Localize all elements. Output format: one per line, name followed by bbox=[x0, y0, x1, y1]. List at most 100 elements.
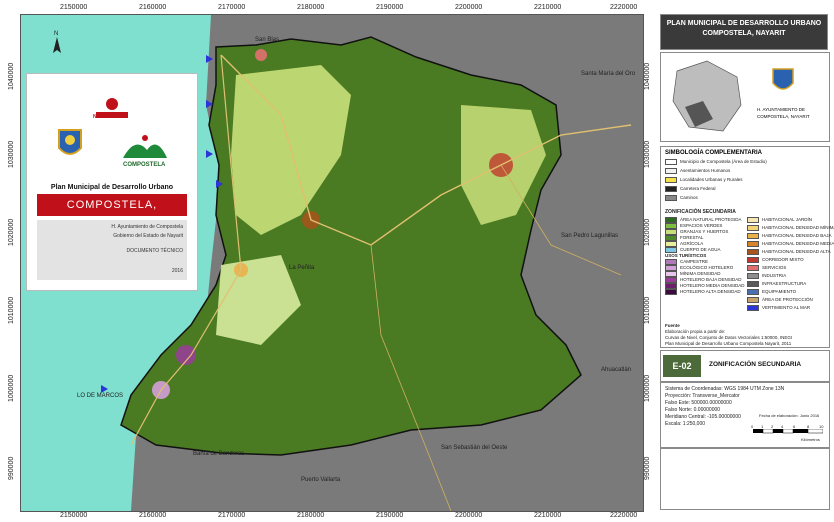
place-bahia: Bahía de Banderas bbox=[193, 451, 245, 457]
locator-map bbox=[672, 60, 742, 132]
legend-label: ESPACIOS VERDES bbox=[680, 223, 723, 229]
legend-complementary-item: Asentamientos Humanos bbox=[665, 168, 730, 174]
title-panel: PLAN MUNICIPAL DE DESARROLLO URBANO COMP… bbox=[660, 14, 828, 50]
tick-bottom: 2170000 bbox=[218, 512, 246, 519]
legend-zoning-right-item: ÁREA DE PROTECCIÓN bbox=[747, 297, 813, 303]
scale-bar bbox=[753, 429, 823, 434]
blank-panel bbox=[660, 448, 830, 510]
legend-swatch bbox=[747, 233, 759, 239]
tick-top: 2150000 bbox=[60, 4, 88, 11]
legend-label: HABITACIONAL DENSIDAD BAJA bbox=[762, 233, 832, 239]
legend-swatch bbox=[747, 249, 759, 255]
legend-swatch bbox=[747, 225, 759, 231]
scale-tick: 0 bbox=[751, 424, 754, 429]
svg-text:N: N bbox=[54, 31, 58, 37]
legend-zoning-right-item: HABITACIONAL JARDÍN bbox=[747, 217, 812, 223]
place-ahuacatlan: Ahuacatlán bbox=[601, 367, 632, 373]
scale-tick: 8 bbox=[807, 424, 810, 429]
legend-swatch bbox=[665, 289, 677, 295]
title-line-1: PLAN MUNICIPAL DE DESARROLLO URBANO bbox=[666, 20, 822, 27]
legend-zoning-item: CUERPO DE AGUA bbox=[665, 247, 721, 253]
uses-title: USOS TURÍSTICOS bbox=[665, 253, 707, 258]
tick-right: 1030000 bbox=[644, 140, 651, 168]
scale-unit: Kilómetros bbox=[801, 437, 820, 442]
tick-left: 1000000 bbox=[8, 374, 15, 402]
locator-panel: H. AYUNTAMIENTO DE COMPOSTELA, NAYARIT bbox=[660, 52, 830, 142]
legend-label: HABITACIONAL DENSIDAD ALTA bbox=[762, 249, 831, 255]
legend-label: EQUIPAMIENTO bbox=[762, 289, 797, 295]
legend-label: HABITACIONAL JARDÍN bbox=[762, 217, 813, 223]
legend-label: HABITACIONAL DENSIDAD MEDIA bbox=[762, 241, 834, 247]
tick-top: 2200000 bbox=[455, 4, 483, 11]
tick-bottom: 2150000 bbox=[60, 512, 88, 519]
legend-label: HOTELERO MEDIA DENSIDAD bbox=[680, 283, 745, 289]
legend-zoning-right-item: HABITACIONAL DENSIDAD MÍNIMA bbox=[747, 225, 834, 231]
locator-caption-2: COMPOSTELA, NAYARIT bbox=[757, 114, 810, 119]
legend-zoning-item: HOTELERO ALTA DENSIDAD bbox=[665, 289, 741, 295]
info-meridian: Meridiano Central: -105.00000000 bbox=[665, 414, 741, 420]
legend-complementary-item: Localidades Urbanas y Rurales bbox=[665, 177, 743, 183]
tick-top: 2210000 bbox=[534, 4, 562, 11]
cover-inset: NAYARIT COMPOSTELA Plan Municipal de Des… bbox=[26, 73, 198, 291]
info-false-east: Falso Este: 500000.00000000 bbox=[665, 400, 732, 406]
scale-tick: 4 bbox=[781, 424, 784, 429]
legend-swatch bbox=[747, 297, 759, 303]
legend-zoning-right-item: HABITACIONAL DENSIDAD ALTA bbox=[747, 249, 831, 255]
tick-left: 1030000 bbox=[8, 140, 15, 168]
info-scale: Escala: 1:250,000 bbox=[665, 421, 706, 427]
legend-label: Caminos bbox=[680, 195, 698, 201]
place-lo-de-marcos: LO DE MARCOS bbox=[77, 393, 124, 399]
compostela-logo bbox=[123, 135, 167, 158]
legend-label: ÁREA NATURAL PROTEGIDA bbox=[680, 217, 742, 223]
tick-top: 2220000 bbox=[610, 4, 638, 11]
credit-document: DOCUMENTO TÉCNICO bbox=[126, 248, 183, 254]
legend-zoning-right-item: HABITACIONAL DENSIDAD BAJA bbox=[747, 233, 832, 239]
legend-label: CUERPO DE AGUA bbox=[680, 247, 721, 253]
tick-top: 2170000 bbox=[218, 4, 246, 11]
tick-left: 990000 bbox=[8, 456, 15, 480]
tick-bottom: 2220000 bbox=[610, 512, 638, 519]
legend-zoning-right-item: CORREDOR MIXTO bbox=[747, 257, 804, 263]
town-banner: COMPOSTELA, NAYARIT. bbox=[37, 194, 187, 233]
legend-panel: SIMBOLOGÍA COMPLEMENTARIA ZONIFICACIÓN S… bbox=[660, 146, 834, 348]
legend-zoning-right-item: SERVICIOS bbox=[747, 265, 786, 271]
legend-swatch bbox=[665, 177, 677, 183]
legend-label: INDUSTRIA bbox=[762, 273, 787, 279]
legend-swatch bbox=[665, 247, 677, 253]
legend-label: ÁREA DE PROTECCIÓN bbox=[762, 297, 813, 303]
place-puerto-vallarta: Puerto Vallarta bbox=[301, 477, 341, 483]
scale-tick: 10 bbox=[819, 424, 824, 429]
legend-zoning-right-item: INFRAESTRUCTURA bbox=[747, 281, 806, 287]
legend-zoning-right-item: HABITACIONAL DENSIDAD MEDIA bbox=[747, 241, 834, 247]
legend-label: FORESTAL bbox=[680, 235, 704, 241]
credit-ayuntamiento: H. Ayuntamiento de Compostela bbox=[111, 224, 183, 230]
legend-swatch bbox=[747, 257, 759, 263]
title-line-2: COMPOSTELA, NAYARIT bbox=[702, 30, 786, 37]
info-projection: Proyección: Transverse_Mercator bbox=[665, 393, 740, 399]
state-label: NAYARIT bbox=[93, 114, 115, 120]
place-san-pedro: San Pedro Lagunillas bbox=[561, 233, 619, 239]
legend-label: Asentamientos Humanos bbox=[680, 168, 731, 174]
legend-swatch bbox=[747, 217, 759, 223]
scale-tick: 1 bbox=[761, 424, 764, 429]
legend-swatch bbox=[665, 159, 677, 165]
tick-right: 990000 bbox=[644, 456, 651, 480]
legend-swatch bbox=[747, 241, 759, 247]
place-san-blas: San Blas bbox=[255, 37, 280, 43]
source-1: Elaboración propia a partir de: bbox=[665, 329, 726, 334]
scale-tick: 6 bbox=[793, 424, 796, 429]
tick-top: 2160000 bbox=[139, 4, 167, 11]
legend-swatch bbox=[747, 289, 759, 295]
legend-complementary-item: Carretera Federal bbox=[665, 186, 716, 192]
legend-swatch bbox=[665, 168, 677, 174]
zoning-title: ZONIFICACIÓN SECUNDARIA bbox=[665, 209, 736, 215]
legend-complementary-item: Caminos bbox=[665, 195, 698, 201]
urban-coast bbox=[176, 345, 196, 365]
legend-swatch bbox=[747, 281, 759, 287]
legend-label: Municipio de Compostela (Área de Estudio… bbox=[680, 159, 767, 165]
scale-tick: 2 bbox=[771, 424, 774, 429]
legend-label: VERTIMIENTO AL MAR bbox=[762, 305, 811, 311]
tick-right: 1000000 bbox=[644, 374, 651, 402]
plan-title: Plan Municipal de Desarrollo Urbano bbox=[50, 184, 174, 191]
tick-left: 1020000 bbox=[8, 218, 15, 246]
